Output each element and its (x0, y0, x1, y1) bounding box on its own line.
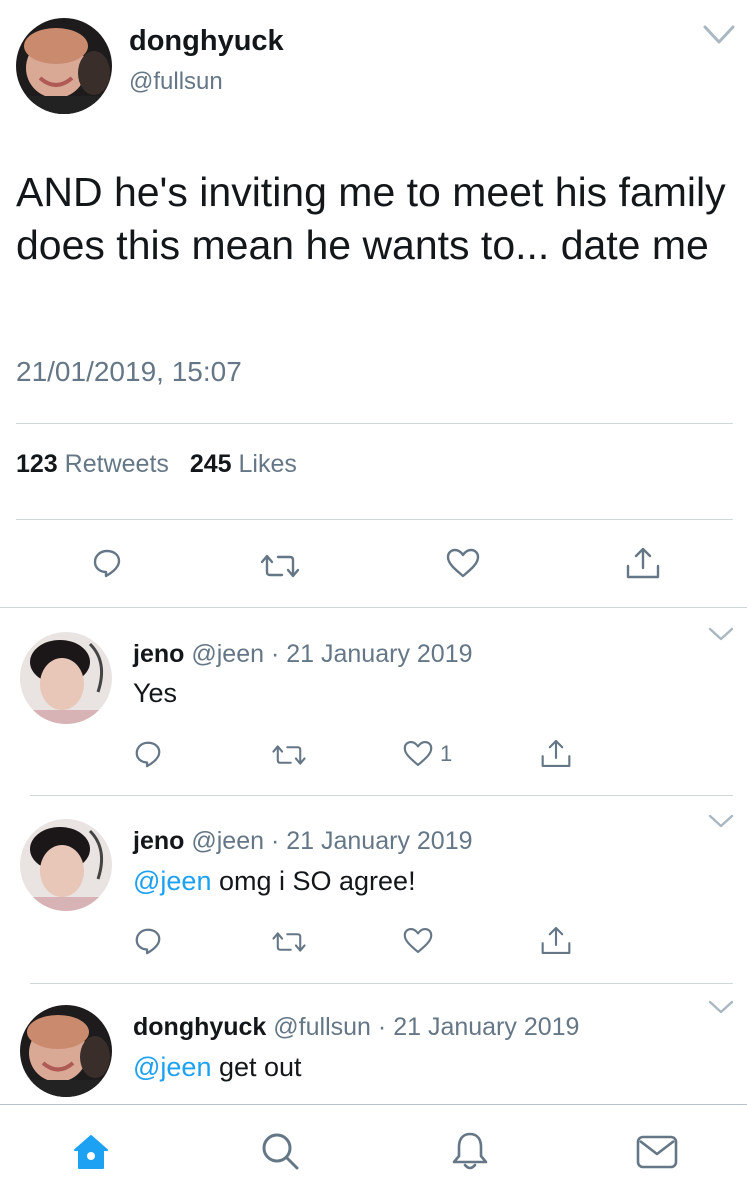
retweet-icon[interactable] (270, 743, 308, 767)
home-icon[interactable] (72, 1133, 110, 1171)
like-icon[interactable] (403, 740, 433, 767)
retweet-icon[interactable] (270, 930, 308, 954)
likes-label[interactable]: Likes (239, 450, 297, 478)
share-icon[interactable] (540, 925, 572, 956)
like-count: 1 (440, 741, 453, 766)
avatar-jeno[interactable] (20, 819, 112, 911)
search-icon[interactable] (260, 1131, 300, 1171)
reply-header: jeno @jeen · 21 January 2019 (133, 640, 473, 669)
like-icon[interactable] (446, 548, 480, 578)
reply-icon[interactable] (91, 547, 123, 579)
reply-mention[interactable]: @jeen (133, 866, 211, 896)
reply-body: omg i SO agree! (218, 866, 416, 896)
divider (30, 983, 733, 984)
author-handle[interactable]: @fullsun (129, 68, 223, 96)
retweets-count[interactable]: 123 (16, 450, 58, 478)
tweet-stats: 123 Retweets 245 Likes (16, 450, 297, 479)
retweet-icon[interactable] (258, 553, 302, 579)
tweet-text: AND he's inviting me to meet his family … (16, 169, 726, 268)
reply-icon[interactable] (133, 926, 163, 956)
author-name[interactable]: donghyuck (129, 25, 284, 58)
avatar-donghyuck[interactable] (20, 1005, 112, 1097)
reply-separator: · (377, 1013, 387, 1041)
notifications-icon[interactable] (450, 1130, 490, 1172)
reply-author-name[interactable]: donghyuck (133, 1013, 266, 1041)
divider (0, 607, 747, 608)
reply-author-name[interactable]: jeno (133, 640, 184, 668)
reply-author-handle[interactable]: @fullsun (273, 1013, 371, 1041)
reply-date: 21 January 2019 (393, 1013, 580, 1041)
avatar-jeno[interactable] (20, 632, 112, 724)
reply-date: 21 January 2019 (286, 640, 473, 668)
reply-header: donghyuck @fullsun · 21 January 2019 (133, 1013, 579, 1042)
reply-author-handle[interactable]: @jeen (191, 827, 264, 855)
messages-icon[interactable] (636, 1135, 678, 1169)
reply-date: 21 January 2019 (286, 827, 473, 855)
reply-separator: · (270, 827, 280, 855)
reply-separator: · (270, 640, 280, 668)
reply-body: get out (218, 1052, 302, 1082)
share-icon[interactable] (625, 546, 661, 580)
likes-count[interactable]: 245 (190, 450, 232, 478)
chevron-down-icon[interactable] (708, 999, 734, 1015)
reply-author-handle[interactable]: @jeen (191, 640, 264, 668)
chevron-down-icon[interactable] (708, 626, 734, 642)
like-icon[interactable] (403, 927, 433, 954)
tweet-timestamp: 21/01/2019, 15:07 (16, 356, 242, 387)
reply-text: @jeen omg i SO agree! (133, 866, 416, 897)
retweets-label[interactable]: Retweets (65, 450, 169, 478)
reply-text: @jeen get out (133, 1052, 302, 1083)
avatar-donghyuck[interactable] (16, 18, 112, 114)
bottom-tab-bar (0, 1105, 747, 1200)
reply-author-name[interactable]: jeno (133, 827, 184, 855)
reply-icon[interactable] (133, 739, 163, 769)
chevron-down-icon[interactable] (703, 24, 735, 46)
reply-mention[interactable]: @jeen (133, 1052, 211, 1082)
share-icon[interactable] (540, 738, 572, 769)
reply-text: Yes (133, 678, 177, 709)
divider (16, 519, 733, 520)
reply-body: Yes (133, 678, 178, 708)
reply-header: jeno @jeen · 21 January 2019 (133, 827, 473, 856)
chevron-down-icon[interactable] (708, 813, 734, 829)
divider (30, 795, 733, 796)
divider (16, 423, 733, 424)
